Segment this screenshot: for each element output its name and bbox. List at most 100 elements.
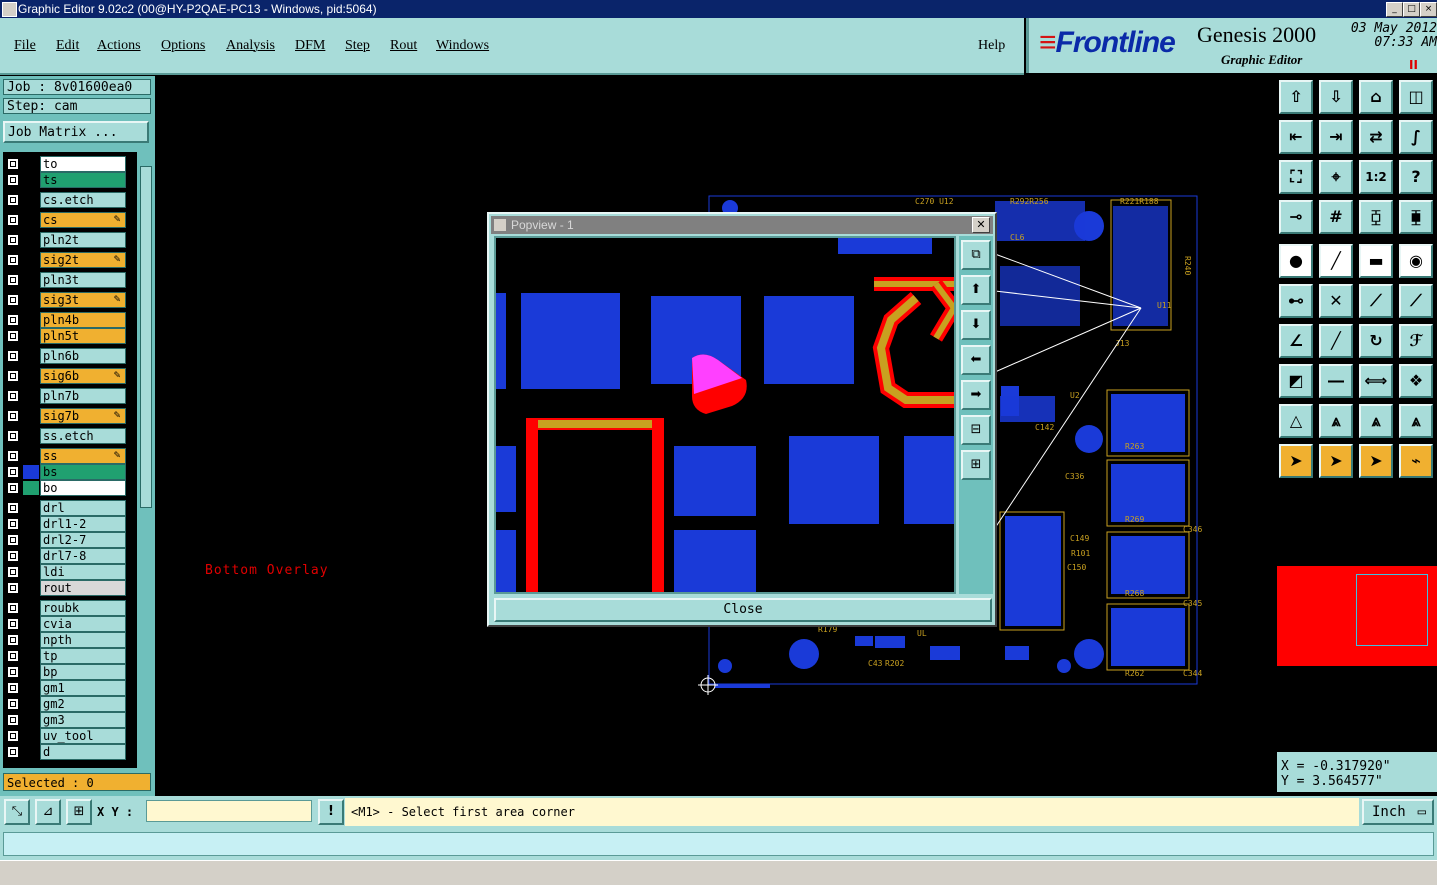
layer-checkbox[interactable] [7, 174, 19, 186]
layer-display-swatch[interactable] [23, 533, 39, 547]
layer-row-ss[interactable]: ss ✎ [3, 448, 137, 464]
layer-row-rout[interactable]: rout [3, 580, 137, 596]
popview-pan-left-icon[interactable]: ⬅ [961, 345, 991, 375]
layer-row-npth[interactable]: npth [3, 632, 137, 648]
menu-windows[interactable]: Windows [436, 38, 489, 54]
overview-map[interactable] [1277, 492, 1437, 744]
layer-checkbox[interactable] [7, 370, 19, 382]
layer-name[interactable]: ts [40, 172, 126, 188]
swap-icon[interactable]: ⇄ [1359, 120, 1393, 154]
menu-file[interactable]: File [14, 38, 36, 54]
layer-checkbox[interactable] [7, 482, 19, 494]
snap-icon[interactable]: ⤡ [4, 799, 30, 825]
layer-checkbox[interactable] [7, 682, 19, 694]
draw-line-icon[interactable]: ╱ [1319, 244, 1353, 278]
layer-display-swatch[interactable] [23, 293, 39, 307]
layer-name[interactable]: pln4b [40, 312, 126, 328]
measure-icon[interactable]: ⊿ [35, 799, 61, 825]
layer-checkbox[interactable] [7, 534, 19, 546]
popview-zoom-fit-icon[interactable]: ⧉ [961, 240, 991, 270]
hline-icon[interactable]: ― [1319, 364, 1353, 398]
layer-checkbox[interactable] [7, 566, 19, 578]
layer-row-gm2[interactable]: gm2 [3, 696, 137, 712]
layer-row-ts[interactable]: ts [3, 172, 137, 188]
grid-view-icon[interactable]: # [1319, 200, 1353, 234]
info-icon[interactable]: ! [318, 799, 344, 825]
layer-row-drl7-8[interactable]: drl7-8 [3, 548, 137, 564]
layer-name[interactable]: npth [40, 632, 126, 648]
popview-pan-right-icon[interactable]: ➡ [961, 380, 991, 410]
popview-close-button[interactable]: Close [494, 598, 992, 622]
layer-row-bs[interactable]: bs [3, 464, 137, 480]
layer-display-swatch[interactable] [23, 549, 39, 563]
layer-checkbox[interactable] [7, 466, 19, 478]
layer-checkbox[interactable] [7, 294, 19, 306]
close-window-button[interactable]: × [1420, 2, 1437, 17]
layer-name[interactable]: cs.etch [40, 192, 126, 208]
layer-checkbox[interactable] [7, 634, 19, 646]
layer-row-tp[interactable]: tp [3, 648, 137, 664]
fit-all-icon[interactable]: ⛶ [1279, 160, 1313, 194]
layer-display-swatch[interactable] [23, 193, 39, 207]
layer-checkbox[interactable] [7, 350, 19, 362]
layer-row-cs[interactable]: cs ✎ [3, 212, 137, 228]
layer-row-pln5t[interactable]: pln5t [3, 328, 137, 344]
layer-display-swatch[interactable] [23, 517, 39, 531]
layer-name[interactable]: drl7-8 [40, 548, 126, 564]
layer-checkbox[interactable] [7, 730, 19, 742]
layer-display-swatch[interactable] [23, 649, 39, 663]
layer-checkbox[interactable] [7, 234, 19, 246]
layer-checkbox[interactable] [7, 450, 19, 462]
layer-row-pln6b[interactable]: pln6b [3, 348, 137, 364]
layer-row-pln2t[interactable]: pln2t [3, 232, 137, 248]
layer-display-swatch[interactable] [23, 745, 39, 759]
layer-display-swatch[interactable] [23, 681, 39, 695]
layer-checkbox[interactable] [7, 214, 19, 226]
layer-checkbox[interactable] [7, 502, 19, 514]
layer-display-swatch[interactable] [23, 581, 39, 595]
layer-row-gm1[interactable]: gm1 [3, 680, 137, 696]
layer-name[interactable]: rout [40, 580, 126, 596]
scroll-thumb[interactable] [140, 166, 152, 508]
ruler-icon[interactable]: ⊸ [1279, 200, 1313, 234]
layer-name[interactable]: to [40, 156, 126, 172]
measure-bar-icon[interactable]: ▬ [1359, 244, 1393, 278]
layer-row-sig6b[interactable]: sig6b ✎ [3, 368, 137, 384]
layer-name[interactable]: cvia [40, 616, 126, 632]
layer-row-pln4b[interactable]: pln4b [3, 312, 137, 328]
menu-step[interactable]: Step [345, 38, 370, 54]
layer-display-swatch[interactable] [23, 729, 39, 743]
pointer-drag-icon[interactable]: ➤ [1359, 444, 1393, 478]
layer-display-swatch[interactable] [23, 329, 39, 343]
layer-name[interactable]: d [40, 744, 126, 760]
arc-icon[interactable]: ↻ [1359, 324, 1393, 358]
layer-name[interactable]: ldi [40, 564, 126, 580]
popview-close-icon[interactable]: ✕ [972, 217, 990, 233]
layer-checkbox[interactable] [7, 666, 19, 678]
layer-name[interactable]: pln2t [40, 232, 126, 248]
layer-name[interactable]: gm2 [40, 696, 126, 712]
layer-checkbox[interactable] [7, 390, 19, 402]
angle-icon[interactable]: ∠ [1279, 324, 1313, 358]
layer-name[interactable]: uv_tool [40, 728, 126, 744]
overview-view-frame[interactable] [1356, 574, 1428, 646]
popview-zoom-view[interactable] [494, 236, 956, 594]
layer-scrollbar[interactable] [139, 152, 152, 768]
layer-checkbox[interactable] [7, 330, 19, 342]
job-matrix-button[interactable]: Job Matrix ... [3, 121, 149, 143]
layer-row-ldi[interactable]: ldi [3, 564, 137, 580]
layer-name[interactable]: pln3t [40, 272, 126, 288]
layer-name[interactable]: drl2-7 [40, 532, 126, 548]
layer-checkbox[interactable] [7, 714, 19, 726]
group-icon[interactable]: ❖ [1399, 364, 1433, 398]
layer-display-swatch[interactable] [23, 501, 39, 515]
layer-display-swatch[interactable] [23, 233, 39, 247]
layer-display-swatch[interactable] [23, 465, 39, 479]
layer-display-swatch[interactable] [23, 213, 39, 227]
split-view-icon[interactable]: ◫ [1399, 80, 1433, 114]
triangle2-icon[interactable]: ⩓ [1319, 404, 1353, 438]
layer-name[interactable]: bs [40, 464, 126, 480]
help-icon[interactable]: ? [1399, 160, 1433, 194]
layer-name[interactable]: pln7b [40, 388, 126, 404]
dotted-select-icon[interactable]: ◉ [1399, 244, 1433, 278]
